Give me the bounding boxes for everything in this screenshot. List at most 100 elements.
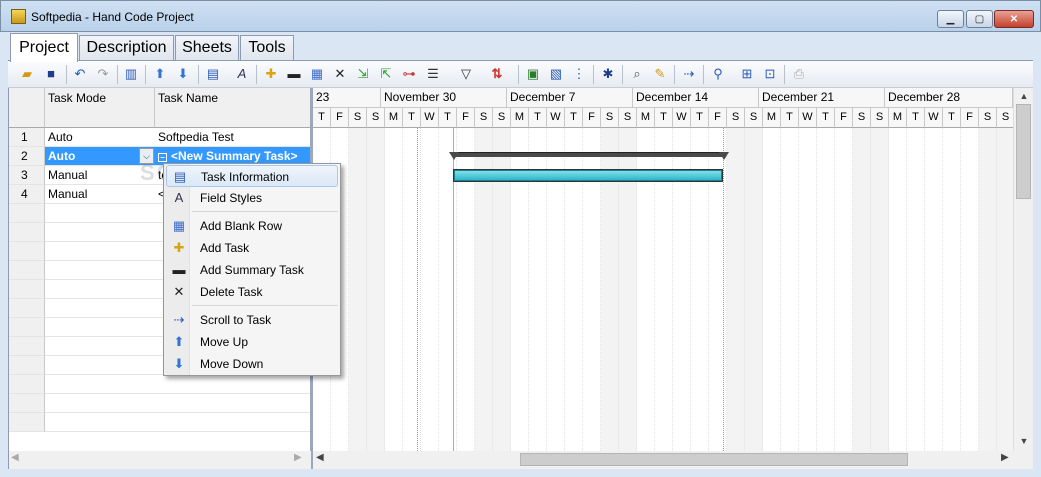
settings-icon[interactable]: ✱ [599, 65, 617, 83]
resources-icon[interactable]: ▧ [547, 65, 565, 83]
sort-dropdown-icon[interactable]: ⇅ [488, 65, 506, 83]
outdent-icon[interactable]: ⇱ [377, 65, 395, 83]
empty-row-number[interactable] [9, 375, 45, 394]
add-task-icon[interactable]: ✚ [262, 65, 280, 83]
menu-item-task-information[interactable]: ▤ Task Information [166, 165, 338, 187]
zoom-task-icon[interactable]: ⊡ [761, 65, 779, 83]
scroll-left-icon[interactable]: ◀ [11, 452, 19, 463]
close-button[interactable]: ✕ [994, 10, 1034, 28]
day-column [961, 128, 979, 451]
scroll-down-icon[interactable]: ▼ [1014, 433, 1034, 449]
row-number[interactable]: 4 [9, 185, 45, 204]
empty-row[interactable] [45, 375, 310, 394]
print-icon[interactable]: ⎙ [790, 65, 808, 83]
menu-item-label: Add Task [200, 241, 250, 255]
open-folder-icon[interactable]: ▰ [18, 65, 36, 83]
day-header: M [385, 108, 403, 128]
empty-row-number[interactable] [9, 337, 45, 356]
day-header: M [763, 108, 781, 128]
empty-row-number[interactable] [9, 394, 45, 413]
columns-icon[interactable]: ▥ [122, 65, 140, 83]
redo-icon[interactable]: ↷ [94, 65, 112, 83]
summary-task-bar[interactable] [453, 152, 724, 157]
field-styles-icon[interactable]: A [233, 65, 251, 83]
scroll-up-icon[interactable]: ▲ [1014, 88, 1034, 104]
menu-item-delete-task[interactable]: ✕ Delete Task [166, 281, 338, 303]
minimize-button[interactable]: ▁ [937, 10, 964, 28]
highlight-icon[interactable]: ✎ [651, 65, 669, 83]
view-dropdown-icon[interactable]: ☰ [424, 65, 442, 83]
menu-item-add-task[interactable]: ✚ Add Task [166, 237, 338, 259]
menu-item-field-styles[interactable]: A Field Styles [166, 187, 338, 209]
day-header: W [421, 108, 439, 128]
empty-row[interactable] [45, 413, 310, 432]
zoom-fit-icon[interactable]: ⊞ [738, 65, 756, 83]
scroll-to-task-icon[interactable]: ⇢ [680, 65, 698, 83]
scroll-right-icon[interactable]: ▶ [1001, 452, 1009, 463]
day-header: M [511, 108, 529, 128]
zoom-icon[interactable]: ⚲ [709, 65, 727, 83]
scroll-thumb[interactable] [1016, 104, 1031, 199]
empty-row-number[interactable] [9, 299, 45, 318]
empty-row-number[interactable] [9, 318, 45, 337]
add-blank-row-icon[interactable]: ▦ [308, 65, 326, 83]
day-header: F [331, 108, 349, 128]
menu-item-add-summary-task[interactable]: ▬ Add Summary Task [166, 259, 338, 281]
rownum-header [9, 88, 45, 128]
menu-item-move-down[interactable]: ⬇ Move Down [166, 353, 338, 375]
save-icon[interactable]: ■ [42, 65, 60, 83]
task-mode-cell[interactable]: Auto [45, 128, 155, 147]
task-mode-cell[interactable]: Manual [45, 185, 155, 204]
tab-project[interactable]: Project [10, 33, 78, 62]
add-blank-row-icon: ▦ [172, 218, 186, 233]
find-icon[interactable]: ⌕ [628, 65, 646, 83]
day-header: M [637, 108, 655, 128]
empty-row-number[interactable] [9, 280, 45, 299]
tab-tools[interactable]: Tools [240, 35, 294, 61]
grid-horizontal-scrollbar[interactable]: ◀ ▶ [9, 451, 311, 469]
undo-icon[interactable]: ↶ [71, 65, 89, 83]
row-number[interactable]: 2 [9, 147, 45, 166]
scroll-left-icon[interactable]: ◀ [316, 452, 324, 463]
gantt-horizontal-scrollbar[interactable]: ◀ ▶ [313, 451, 1033, 469]
task-name-cell[interactable]: Softpedia Test [155, 128, 310, 147]
empty-row[interactable] [45, 394, 310, 413]
menu-item-add-blank-row[interactable]: ▦ Add Blank Row [166, 215, 338, 237]
filter-dropdown-icon[interactable]: ▽ [457, 65, 475, 83]
move-down-icon[interactable]: ⬇ [174, 65, 192, 83]
empty-row-number[interactable] [9, 223, 45, 242]
tab-sheets[interactable]: Sheets [175, 35, 239, 61]
day-header: W [799, 108, 817, 128]
task-mode-cell[interactable]: Auto ⌵ [45, 147, 155, 166]
task-mode-cell[interactable]: Manual [45, 166, 155, 185]
task-information-icon[interactable]: ▤ [204, 65, 222, 83]
scroll-right-icon[interactable]: ▶ [294, 452, 302, 463]
link-tasks-icon[interactable]: ⊶ [400, 65, 418, 83]
day-column [745, 128, 763, 451]
menu-item-scroll-to-task[interactable]: ⇢ Scroll to Task [166, 309, 338, 331]
critical-path-icon[interactable]: ⋮ [570, 65, 588, 83]
delete-task-icon[interactable]: ✕ [331, 65, 349, 83]
day-header: T [313, 108, 331, 128]
scroll-thumb[interactable] [520, 453, 908, 466]
empty-row-number[interactable] [9, 204, 45, 223]
empty-row-number[interactable] [9, 242, 45, 261]
day-column [907, 128, 925, 451]
tab-description[interactable]: Description [79, 35, 174, 61]
row-number[interactable]: 3 [9, 166, 45, 185]
empty-row-number[interactable] [9, 261, 45, 280]
empty-row-number[interactable] [9, 356, 45, 375]
empty-row-number[interactable] [9, 413, 45, 432]
add-summary-task-icon[interactable]: ▬ [285, 65, 303, 83]
maximize-button[interactable]: ▢ [966, 10, 993, 28]
vertical-scrollbar[interactable]: ▲ ▼ [1013, 88, 1033, 451]
day-header: W [547, 108, 565, 128]
indent-icon[interactable]: ⇲ [354, 65, 372, 83]
column-header-task-mode[interactable]: Task Mode [45, 88, 155, 128]
task-bar[interactable] [454, 170, 722, 181]
column-header-task-name[interactable]: Task Name [155, 88, 310, 128]
calendar-icon[interactable]: ▣ [524, 65, 542, 83]
move-up-icon[interactable]: ⬆ [151, 65, 169, 83]
row-number[interactable]: 1 [9, 128, 45, 147]
menu-item-move-up[interactable]: ⬆ Move Up [166, 331, 338, 353]
